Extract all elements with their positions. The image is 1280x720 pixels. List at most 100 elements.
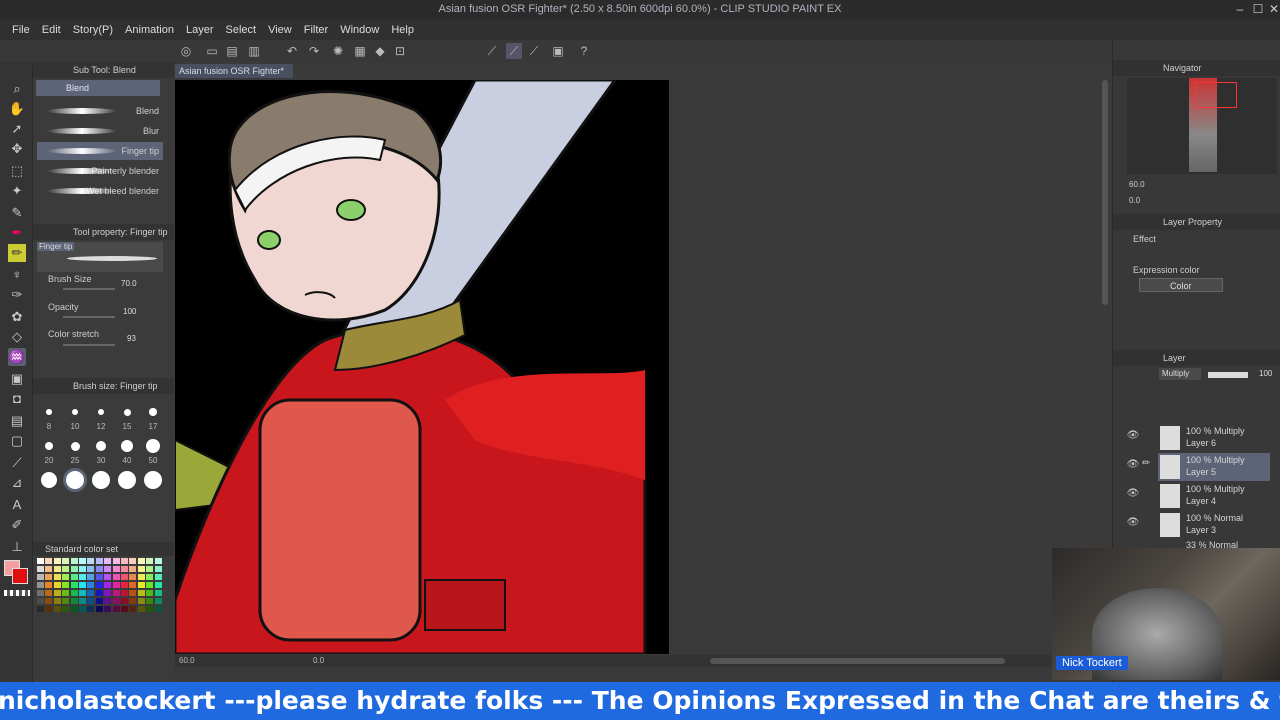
- expression-color-select[interactable]: Color: [1139, 278, 1223, 292]
- color-swatch[interactable]: [53, 590, 61, 596]
- color-swatch[interactable]: [79, 566, 86, 572]
- color-swatch[interactable]: [95, 582, 103, 588]
- rotation-readout[interactable]: 0.0: [313, 656, 324, 665]
- brush-size-option[interactable]: [46, 409, 52, 415]
- blend-mode-select[interactable]: Multiply: [1159, 368, 1201, 380]
- text-icon[interactable]: A: [8, 496, 26, 514]
- minimize-icon[interactable]: –: [1232, 2, 1248, 16]
- color-swatch[interactable]: [70, 590, 78, 596]
- layer-row[interactable]: 100 % Multiply Layer 6: [1158, 424, 1270, 452]
- gradient-icon[interactable]: ▤: [8, 412, 26, 430]
- color-swatch[interactable]: [112, 606, 120, 612]
- color-swatch[interactable]: [154, 598, 162, 604]
- transform-icon[interactable]: ◆: [372, 43, 388, 59]
- color-swatch[interactable]: [137, 566, 145, 572]
- brush-finger-tip[interactable]: Finger tip: [37, 142, 163, 160]
- color-swatch[interactable]: [146, 590, 154, 596]
- brush-size-slider[interactable]: [63, 288, 115, 290]
- navigator-rotation[interactable]: 0.0: [1129, 196, 1140, 205]
- color-swatch[interactable]: [112, 558, 120, 564]
- undo-icon[interactable]: ↶: [284, 43, 300, 59]
- color-swatch[interactable]: [70, 598, 78, 604]
- color-swatch[interactable]: [53, 582, 61, 588]
- color-swatch[interactable]: [53, 598, 61, 604]
- color-swatch[interactable]: [70, 582, 78, 588]
- color-swatch[interactable]: [37, 558, 44, 564]
- color-swatch[interactable]: [87, 590, 95, 596]
- color-swatch[interactable]: [95, 590, 103, 596]
- color-swatch[interactable]: [129, 566, 137, 572]
- brush-size-option[interactable]: [72, 409, 78, 415]
- color-swatch[interactable]: [62, 582, 70, 588]
- sub-tool-group-tab[interactable]: Blend: [36, 80, 160, 96]
- layer-opacity-value[interactable]: 100: [1259, 369, 1272, 378]
- color-swatch[interactable]: [104, 590, 112, 596]
- color-swatch[interactable]: [95, 598, 103, 604]
- color-swatch[interactable]: [87, 582, 95, 588]
- menu-window[interactable]: Window: [340, 24, 379, 36]
- opacity-slider[interactable]: [63, 316, 115, 318]
- snap-ruler-icon[interactable]: ⟋: [484, 43, 500, 59]
- layer-row[interactable]: 100 % Multiply Layer 4: [1158, 482, 1270, 510]
- color-swatch[interactable]: [87, 558, 95, 564]
- color-swatch[interactable]: [87, 598, 95, 604]
- color-swatch[interactable]: [112, 582, 120, 588]
- color-swatch[interactable]: [146, 606, 154, 612]
- brush-size-option[interactable]: [96, 441, 106, 451]
- color-swatch[interactable]: [146, 558, 154, 564]
- color-swatch[interactable]: [129, 598, 137, 604]
- color-swatch[interactable]: [154, 566, 162, 572]
- color-swatch[interactable]: [129, 558, 137, 564]
- color-swatch[interactable]: [45, 558, 53, 564]
- brush-size-option[interactable]: [121, 440, 133, 452]
- operation-icon[interactable]: ➚: [8, 120, 26, 138]
- color-swatch[interactable]: [45, 590, 53, 596]
- fill-bucket-icon[interactable]: ◘: [8, 390, 26, 408]
- vertical-scrollbar[interactable]: [1102, 80, 1108, 305]
- save-icon[interactable]: ▥: [246, 43, 262, 59]
- close-icon[interactable]: ✕: [1266, 2, 1280, 16]
- menu-view[interactable]: View: [268, 24, 292, 36]
- color-swatch[interactable]: [137, 590, 145, 596]
- color-swatch[interactable]: [37, 566, 44, 572]
- snap-special-ruler-icon[interactable]: ⟋: [506, 43, 522, 59]
- move-layer-icon[interactable]: ✥: [8, 140, 26, 158]
- color-swatch[interactable]: [154, 582, 162, 588]
- blend-icon[interactable]: ♒: [8, 348, 26, 366]
- pen-icon[interactable]: ✒: [8, 224, 26, 242]
- color-swatch[interactable]: [45, 606, 53, 612]
- color-swatch[interactable]: [45, 566, 53, 572]
- color-swatch[interactable]: [37, 598, 44, 604]
- color-swatch[interactable]: [45, 582, 53, 588]
- clip-studio-icon[interactable]: ◎: [178, 43, 194, 59]
- color-swatch[interactable]: [79, 574, 86, 580]
- brush-size-option[interactable]: [118, 471, 136, 489]
- brush-blur[interactable]: Blur: [37, 122, 163, 140]
- color-swatch[interactable]: [146, 582, 154, 588]
- color-swatch[interactable]: [146, 574, 154, 580]
- airbrush-icon[interactable]: ✑: [8, 286, 26, 304]
- color-swatch[interactable]: [137, 598, 145, 604]
- brush-icon[interactable]: ♆: [8, 266, 26, 284]
- brush-size-option[interactable]: [66, 471, 84, 489]
- color-swatch[interactable]: [104, 558, 112, 564]
- color-swatch[interactable]: [95, 558, 103, 564]
- fill-icon[interactable]: ▦: [352, 43, 368, 59]
- color-swatch[interactable]: [53, 574, 61, 580]
- layer-row[interactable]: 100 % Multiply Layer 5: [1158, 453, 1270, 481]
- color-swatch[interactable]: [87, 606, 95, 612]
- open-file-icon[interactable]: ▤: [224, 43, 240, 59]
- selection-icon[interactable]: ⬚: [8, 162, 26, 180]
- hand-icon[interactable]: ✋: [8, 100, 26, 118]
- brush-size-value[interactable]: 70.0: [121, 279, 137, 288]
- color-swatch[interactable]: [104, 566, 112, 572]
- color-swatch[interactable]: [129, 582, 137, 588]
- ruler-icon[interactable]: ⟋: [8, 454, 26, 472]
- horizontal-scrollbar[interactable]: [710, 658, 1005, 664]
- color-swatch[interactable]: [62, 606, 70, 612]
- brush-size-option[interactable]: [146, 439, 160, 453]
- color-swatch[interactable]: [112, 590, 120, 596]
- color-swatch[interactable]: [62, 558, 70, 564]
- brush-blend[interactable]: Blend: [37, 102, 163, 120]
- menu-select[interactable]: Select: [226, 24, 257, 36]
